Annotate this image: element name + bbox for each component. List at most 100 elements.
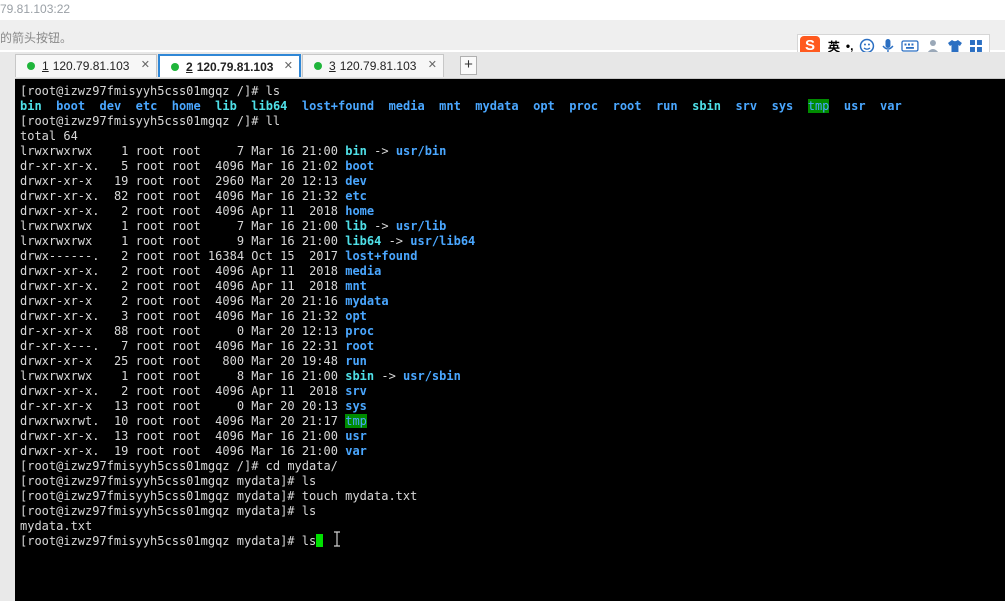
file-group: root [171,204,201,218]
file-date: Apr 11 2018 [251,204,338,218]
file-permissions: drwxr-xr-x. [20,384,100,398]
file-permissions: drwxr-xr-x [20,174,100,188]
file-name: mydata [345,294,389,308]
file-permissions: lrwxrwxrwx [20,234,100,248]
tab-label: 120.79.81.103 [339,59,417,73]
file-size: 4096 [207,189,245,203]
ll-row: drwxrwxrwt. 10 root root 4096 Mar 20 21:… [20,414,902,429]
ll-row: drwxr-xr-x 25 root root 800 Mar 20 19:48… [20,354,902,369]
file-group: root [171,189,201,203]
file-owner: root [135,174,165,188]
window-title: 79.81.103:22 [0,2,71,16]
link-count: 19 [106,444,129,458]
link-count: 10 [106,414,129,428]
new-tab-button[interactable]: + [460,56,477,75]
link-count: 2 [106,294,129,308]
file-date: Mar 16 21:00 [251,369,338,383]
link-count: 1 [106,234,129,248]
file-permissions: drwxr-xr-x. [20,264,100,278]
file-name: mnt [345,279,367,293]
ls-entry: bin [20,99,42,113]
terminal-line: [root@izwz97fmisyyh5css01mgqz mydata]# l… [20,534,902,549]
file-group: root [171,324,201,338]
ls-entry: lib64 [251,99,288,113]
keyboard-icon[interactable] [901,39,919,53]
file-owner: root [135,219,165,233]
file-date: Mar 16 21:00 [251,144,338,158]
tab-number: 1 [42,59,49,73]
file-size: 16384 [207,249,245,263]
shell-command: ls [301,534,317,548]
ime-punctuation-toggle[interactable]: •, [846,39,854,53]
terminal-screen[interactable]: [root@izwz97fmisyyh5css01mgqz /]# ls bin … [15,79,1005,601]
session-tab-bar: 1 120.79.81.103 ✕ 2 120.79.81.103 ✕ 3 12… [15,52,1005,79]
shell-prompt: [root@izwz97fmisyyh5css01mgqz mydata]# [20,534,302,548]
ls-entry: mnt [439,99,461,113]
file-group: root [171,234,201,248]
file-date: Apr 11 2018 [251,384,338,398]
link-count: 2 [106,264,129,278]
file-size: 4096 [207,159,245,173]
ll-row: drwxr-xr-x. 13 root root 4096 Mar 16 21:… [20,429,902,444]
link-count: 2 [106,249,129,263]
file-date: Mar 16 21:00 [251,429,338,443]
text-cursor-icon [334,531,340,547]
shell-command: cd mydata/ [265,459,338,473]
file-size: 4096 [207,384,245,398]
ls-entry: home [171,99,201,113]
ll-row: drwxr-xr-x. 2 root root 4096 Apr 11 2018… [20,384,902,399]
file-permissions: drwxrwxrwt. [20,414,100,428]
shell-prompt: [root@izwz97fmisyyh5css01mgqz /]# [20,84,266,98]
file-group: root [171,249,201,263]
ls-entry: tmp [807,99,830,113]
file-size: 4096 [207,264,245,278]
ll-row: drwxr-xr-x. 2 root root 4096 Apr 11 2018… [20,264,902,279]
shell-command: touch mydata.txt [301,489,418,503]
tab-label: 120.79.81.103 [196,59,274,74]
ls-entry: media [388,99,425,113]
file-name: sbin [345,369,375,383]
session-tab-2[interactable]: 2 120.79.81.103 ✕ [158,54,301,77]
file-owner: root [135,264,165,278]
file-permissions: dr-xr-xr-x. [20,159,100,173]
file-size: 9 [207,234,245,248]
status-dot-icon [171,62,179,71]
file-size: 4096 [207,294,245,308]
session-tab-1[interactable]: 1 120.79.81.103 ✕ [15,54,157,77]
status-dot-icon [27,62,35,70]
tab-number: 3 [329,59,336,73]
ll-row: drwxr-xr-x. 19 root root 4096 Mar 16 21:… [20,444,902,459]
shell-prompt: [root@izwz97fmisyyh5css01mgqz mydata]# [20,489,302,503]
file-name: tmp [345,414,367,428]
tab-number: 2 [186,59,193,74]
grid-icon[interactable] [969,39,983,53]
close-icon[interactable]: ✕ [284,59,293,72]
file-group: root [171,159,201,173]
link-count: 1 [106,144,129,158]
file-date: Mar 16 21:32 [251,189,338,203]
session-tab-3[interactable]: 3 120.79.81.103 ✕ [302,54,444,77]
close-icon[interactable]: ✕ [141,58,150,71]
file-permissions: drwxr-xr-x. [20,309,100,323]
file-size: 7 [207,219,245,233]
file-name: sys [345,399,367,413]
link-count: 88 [106,324,129,338]
file-group: root [171,294,201,308]
link-count: 13 [106,429,129,443]
ll-row: lrwxrwxrwx 1 root root 8 Mar 16 21:00 sb… [20,369,902,384]
terminal-cursor [316,534,324,547]
file-permissions: dr-xr-xr-x [20,399,100,413]
file-owner: root [135,339,165,353]
ll-row: dr-xr-x---. 7 root root 4096 Mar 16 22:3… [20,339,902,354]
file-owner: root [135,444,165,458]
terminal-line: [root@izwz97fmisyyh5css01mgqz /]# ls [20,84,902,99]
file-size: 4096 [207,414,245,428]
ls-entry: mydata.txt [20,519,93,533]
ls-entry: boot [56,99,86,113]
link-arrow: -> [366,144,396,158]
file-owner: root [135,189,165,203]
file-owner: root [135,414,165,428]
link-target: usr/bin [395,144,447,158]
close-icon[interactable]: ✕ [428,58,437,71]
ll-row: drwx------. 2 root root 16384 Oct 15 201… [20,249,902,264]
